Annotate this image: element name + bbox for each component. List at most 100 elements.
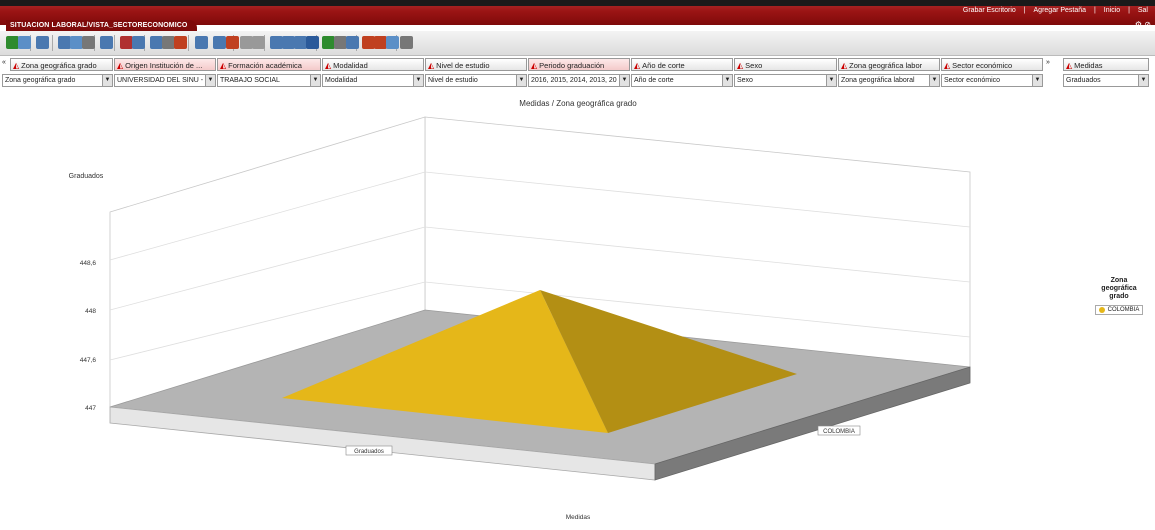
dimension-label: Zona geográfica labor (849, 61, 923, 70)
people-icon[interactable] (386, 36, 399, 49)
chevron-down-icon[interactable]: ▼ (205, 75, 215, 86)
legend-title-line: Zona (1110, 277, 1128, 284)
dimension-label: Modalidad (333, 61, 368, 70)
dimension-filter-dropdown[interactable]: TRABAJO SOCIAL ▼ (217, 74, 321, 87)
copy-icon[interactable] (82, 36, 95, 49)
dropdown-selected-value: Nivel de estudio (428, 77, 478, 84)
table-view-icon[interactable] (213, 36, 226, 49)
legend-title-line: geográfica (1101, 285, 1137, 292)
dimension-header[interactable]: ◭ Periodo graduación (528, 58, 630, 71)
dimension-chart-icon: ◭ (325, 61, 332, 70)
dropdown-selected-value: UNIVERSIDAD DEL SINU - E (117, 77, 203, 84)
help-icon[interactable] (400, 36, 413, 49)
chevron-down-icon[interactable]: ▼ (310, 75, 320, 86)
chevron-down-icon[interactable]: ▼ (826, 75, 836, 86)
chevron-down-icon[interactable]: ▼ (413, 75, 423, 86)
collapse-left-icon[interactable]: « (2, 59, 6, 66)
window-controls[interactable]: ⚙ ⊘ (1135, 20, 1151, 29)
dimension-chart-icon: ◭ (1066, 61, 1073, 70)
chevron-down-icon[interactable]: ▼ (722, 75, 732, 86)
dimension-header[interactable]: ◭ Nivel de estudio (425, 58, 527, 71)
dimension-chart-icon: ◭ (737, 61, 744, 70)
dimension-label: Nivel de estudio (436, 61, 490, 70)
dimension-chart-icon: ◭ (944, 61, 951, 70)
chart-toggle-icon[interactable] (226, 36, 239, 49)
dimension-header[interactable]: ◭ Modalidad (322, 58, 424, 71)
chart-pie-icon[interactable] (132, 36, 145, 49)
layout-icon[interactable] (195, 36, 208, 49)
dimension-filter-dropdown[interactable]: Graduados ▼ (1063, 74, 1149, 87)
dimension-header[interactable]: ◭ Sector económico (941, 58, 1043, 71)
collapse-right-icon[interactable]: » (1046, 59, 1050, 66)
chart-title: Medidas / Zona geográfica grado (519, 99, 637, 108)
dimension-filter-dropdown[interactable]: Año de corte ▼ (631, 74, 733, 87)
dimension-label: Origen Institución de ... (125, 61, 203, 70)
chevron-down-icon[interactable]: ▼ (102, 75, 112, 86)
legend-item[interactable]: COLOMBIA (1094, 305, 1144, 315)
dimension-label: Sector económico (952, 61, 1013, 70)
series-label: COLOMBIA (823, 429, 855, 435)
dimension-filter-dropdown[interactable]: Zona geográfica laboral ▼ (838, 74, 940, 87)
dimension-filter-row: Zona geográfica grado ▼ UNIVERSIDAD DEL SI… (0, 74, 1155, 88)
chart-line-icon[interactable] (174, 36, 187, 49)
bookmark-icon[interactable] (346, 36, 359, 49)
save-icon[interactable] (100, 36, 113, 49)
dropdown-selected-value: TRABAJO SOCIAL (220, 77, 280, 84)
book-icon[interactable] (306, 36, 319, 49)
dropdown-selected-value: Sector económico (944, 77, 1001, 84)
dimension-header[interactable]: ◭ Sexo (734, 58, 837, 71)
chart-legend: Zona geográfica grado COLOMBIA (1090, 277, 1148, 315)
dimension-chart-icon: ◭ (531, 61, 538, 70)
dimension-header[interactable]: ◭ Formación académica (217, 58, 321, 71)
dimension-label: Medidas (1074, 61, 1103, 70)
dimension-header[interactable]: ◭ Año de corte (631, 58, 733, 71)
pyramid-chart: Medidas / Zona geográfica grado Graduado… (69, 99, 971, 521)
dimension-chart-icon: ◭ (220, 61, 227, 70)
chevron-down-icon[interactable]: ▼ (1138, 75, 1148, 86)
dimension-header[interactable]: ◭ Origen Institución de ... (114, 58, 216, 71)
dimension-header-row: ◭ Zona geográfica grado ◭ Origen Institució… (0, 58, 1155, 73)
dimension-filter-dropdown[interactable]: 2016, 2015, 2014, 2013, 20 ▼ (528, 74, 630, 87)
dimension-filter-dropdown[interactable]: Zona geográfica grado ▼ (2, 74, 113, 87)
link-separator: | (1023, 7, 1026, 14)
dimension-label: Formación académica (228, 61, 302, 70)
toolbar (0, 31, 1155, 56)
grid-icon[interactable] (36, 36, 49, 49)
dropdown-selected-value: Zona geográfica laboral (841, 77, 915, 84)
dimension-filter-dropdown[interactable]: Modalidad ▼ (322, 74, 424, 87)
dimension-label: Zona geográfica grado (21, 61, 97, 70)
link-separator: | (1128, 7, 1130, 14)
legend-title-line: grado (1109, 293, 1129, 300)
chevron-down-icon[interactable]: ▼ (516, 75, 526, 86)
dimension-header[interactable]: ◭ Zona geográfica grado (10, 58, 113, 71)
dimension-label: Año de corte (642, 61, 685, 70)
dimension-header[interactable]: ◭ Medidas (1063, 58, 1149, 71)
home-link[interactable]: Inicio (1104, 7, 1120, 14)
chevron-down-icon[interactable]: ▼ (929, 75, 939, 86)
refresh-icon[interactable] (18, 36, 31, 49)
dimension-filter-dropdown[interactable]: Sector económico ▼ (941, 74, 1043, 87)
dropdown-selected-value: Sexo (737, 77, 753, 84)
dimension-chart-icon: ◭ (841, 61, 848, 70)
toolbar-separator (188, 35, 189, 51)
dimension-label: Sexo (745, 61, 763, 70)
top-links: Grabar Escritorio | Agregar Pestaña | In… (960, 7, 1151, 14)
chevron-down-icon[interactable]: ▼ (619, 75, 629, 86)
active-view-tab[interactable]: SITUACION LABORAL/VISTA_SECTORECONOMICO (6, 20, 198, 31)
dimension-filter-dropdown[interactable]: Sexo ▼ (734, 74, 837, 87)
dimension-header[interactable]: ◭ Zona geográfica labor (838, 58, 940, 71)
exit-link[interactable]: Sal (1138, 7, 1148, 14)
y-tick-label: 448 (85, 308, 96, 315)
add-tab-link[interactable]: Agregar Pestaña (1034, 7, 1087, 14)
dimension-chart-icon: ◭ (634, 61, 641, 70)
dropdown-selected-value: Modalidad (325, 77, 358, 84)
dimension-filter-dropdown[interactable]: Nivel de estudio ▼ (425, 74, 527, 87)
y-axis-title: Graduados (69, 173, 104, 180)
legend-swatch-icon (1098, 307, 1105, 313)
save-desktop-link[interactable]: Grabar Escritorio (963, 7, 1016, 14)
toolbar-separator (52, 35, 53, 51)
sort-desc-icon[interactable] (252, 36, 265, 49)
category-label: Graduados (354, 449, 384, 455)
chevron-down-icon[interactable]: ▼ (1032, 75, 1042, 86)
dimension-filter-dropdown[interactable]: UNIVERSIDAD DEL SINU - E ▼ (114, 74, 216, 87)
